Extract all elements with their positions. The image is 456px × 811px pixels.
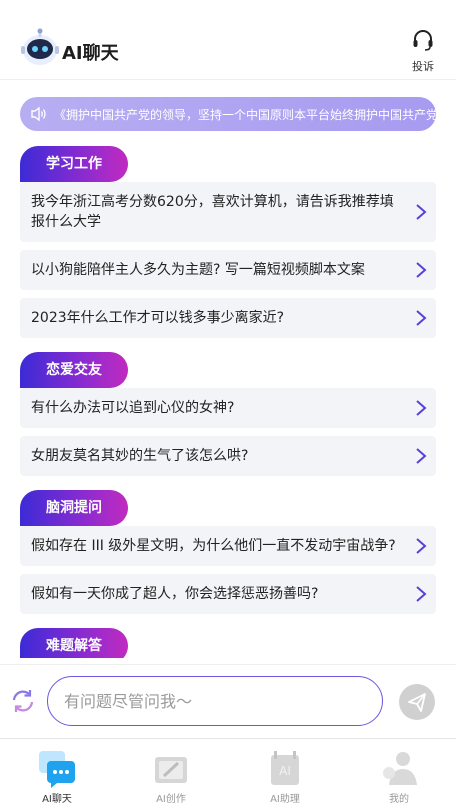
send-icon xyxy=(408,693,426,712)
section-title: 学习工作 xyxy=(20,146,128,182)
tab-label: AI聊天 xyxy=(42,794,72,805)
svg-text:AI: AI xyxy=(279,764,291,778)
section-title: 脑洞提问 xyxy=(20,490,128,526)
tab-ai-chat[interactable]: AI聊天 xyxy=(0,739,114,811)
chat-icon xyxy=(39,751,75,788)
question-card[interactable]: 女朋友莫名其妙的生气了该怎么哄? xyxy=(20,436,436,476)
chevron-right-icon xyxy=(416,400,427,416)
chevron-right-icon xyxy=(416,586,427,602)
question-text: 女朋友莫名其妙的生气了该怎么哄? xyxy=(31,448,249,464)
notice-bar[interactable]: 《拥护中国共产党的领导，坚持一个中国原则本平台始终拥护中国共产党 xyxy=(20,97,436,131)
chevron-right-icon xyxy=(416,538,427,554)
question-card[interactable]: 以小狗能陪伴主人多久为主题? 写一篇短视频脚本文案 xyxy=(20,250,436,290)
section-problem-solving: 难题解答 xyxy=(0,628,456,658)
tab-ai-assistant[interactable]: AI AI助理 xyxy=(228,739,342,811)
speaker-icon xyxy=(31,106,46,122)
question-card[interactable]: 有什么办法可以追到心仪的女神? xyxy=(20,388,436,428)
question-text: 我今年浙江高考分数620分，喜欢计算机，请告诉我推荐填报什么大学 xyxy=(31,194,394,230)
robot-logo-icon xyxy=(21,28,59,65)
app-header: AI聊天 投诉 xyxy=(0,0,456,80)
section-love-dating: 恋爱交友 有什么办法可以追到心仪的女神? 女朋友莫名其妙的生气了该怎么哄? xyxy=(0,352,456,476)
question-card[interactable]: 假如有一天你成了超人，你会选择惩恶扬善吗? xyxy=(20,574,436,614)
question-text: 2023年什么工作才可以钱多事少离家近? xyxy=(31,310,285,326)
tab-label: 我的 xyxy=(389,794,409,805)
section-study-work: 学习工作 我今年浙江高考分数620分，喜欢计算机，请告诉我推荐填报什么大学 以小… xyxy=(0,146,456,338)
complain-button[interactable]: 投诉 xyxy=(410,28,436,74)
notice-text: 《拥护中国共产党的领导，坚持一个中国原则本平台始终拥护中国共产党 xyxy=(54,108,436,122)
app-title: AI聊天 xyxy=(62,43,119,64)
complain-label: 投诉 xyxy=(412,60,434,73)
question-list[interactable]: 学习工作 我今年浙江高考分数620分，喜欢计算机，请告诉我推荐填报什么大学 以小… xyxy=(0,146,456,658)
chevron-right-icon xyxy=(416,262,427,278)
question-text: 以小狗能陪伴主人多久为主题? 写一篇短视频脚本文案 xyxy=(31,262,365,278)
question-text: 有什么办法可以追到心仪的女神? xyxy=(31,400,235,416)
question-text: 假如存在 III 级外星文明，为什么他们一直不发动宇宙战争? xyxy=(31,538,396,554)
section-title: 恋爱交友 xyxy=(20,352,128,388)
tab-label: AI创作 xyxy=(156,794,186,805)
chevron-right-icon xyxy=(416,448,427,464)
create-icon xyxy=(155,757,187,783)
tab-label: AI助理 xyxy=(270,794,300,805)
bottom-tab-bar: AI聊天 AI创作 AI AI助理 我的 xyxy=(0,738,456,811)
chevron-right-icon xyxy=(416,204,427,220)
tab-ai-create[interactable]: AI创作 xyxy=(114,739,228,811)
section-brainstorm: 脑洞提问 假如存在 III 级外星文明，为什么他们一直不发动宇宙战争? 假如有一… xyxy=(0,490,456,614)
send-button[interactable] xyxy=(399,684,435,720)
section-title: 难题解答 xyxy=(20,628,128,658)
question-card[interactable]: 2023年什么工作才可以钱多事少离家近? xyxy=(20,298,436,338)
question-card[interactable]: 我今年浙江高考分数620分，喜欢计算机，请告诉我推荐填报什么大学 xyxy=(20,182,436,242)
chat-input[interactable] xyxy=(47,676,383,726)
profile-icon xyxy=(383,752,417,785)
chat-input-bar xyxy=(0,664,456,738)
chevron-right-icon xyxy=(416,310,427,326)
tab-profile[interactable]: 我的 xyxy=(342,739,456,811)
headset-icon xyxy=(413,30,433,51)
question-text: 假如有一天你成了超人，你会选择惩恶扬善吗? xyxy=(31,586,319,602)
assistant-icon: AI xyxy=(271,751,299,785)
question-card[interactable]: 假如存在 III 级外星文明，为什么他们一直不发动宇宙战争? xyxy=(20,526,436,566)
refresh-icon[interactable] xyxy=(9,687,37,715)
